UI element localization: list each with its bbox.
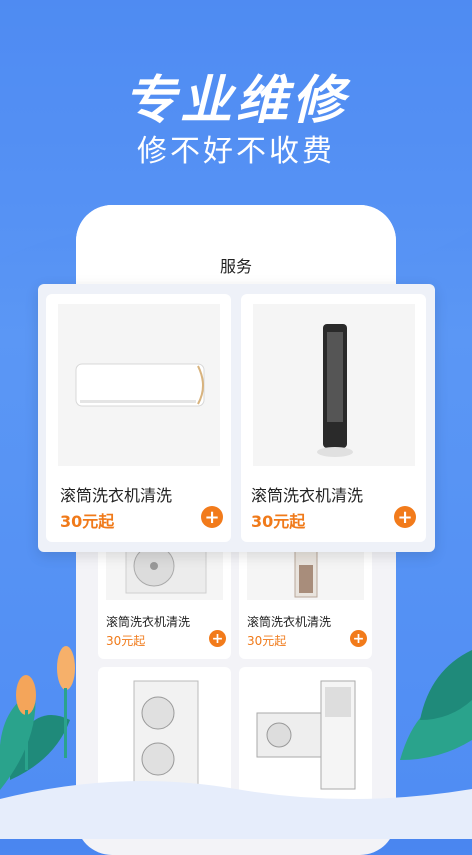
- subline: 修不好不收费: [137, 134, 335, 169]
- add-icon[interactable]: +: [350, 630, 367, 647]
- featured-card[interactable]: 滚筒洗衣机清洗 30元起 +: [241, 294, 426, 542]
- air-conditioner-wall-image: [58, 304, 220, 466]
- service-name: 滚筒洗衣机清洗: [251, 486, 364, 505]
- add-icon[interactable]: +: [394, 506, 416, 528]
- service-name: 滚筒洗衣机清洗: [106, 615, 191, 629]
- featured-overlay: 滚筒洗衣机清洗 30元起 + 滚筒洗衣机清洗 30元起 +: [38, 284, 435, 552]
- service-name: 滚筒洗衣机清洗: [247, 615, 332, 629]
- service-price: 30元起: [247, 634, 287, 648]
- service-name: 滚筒洗衣机清洗: [60, 486, 173, 505]
- add-icon[interactable]: +: [209, 630, 226, 647]
- headline: 专业维修: [123, 71, 348, 131]
- service-price: 30元起: [251, 512, 306, 531]
- phone-header: 服务: [76, 205, 396, 285]
- phone-header-title: 服务: [219, 257, 252, 276]
- service-price: 30元起: [106, 634, 146, 648]
- bottom-wave: [0, 781, 472, 839]
- featured-card[interactable]: 滚筒洗衣机清洗 30元起 +: [46, 294, 231, 542]
- tower-fan-image: [253, 304, 415, 466]
- service-price: 30元起: [60, 512, 115, 531]
- add-icon[interactable]: +: [201, 506, 223, 528]
